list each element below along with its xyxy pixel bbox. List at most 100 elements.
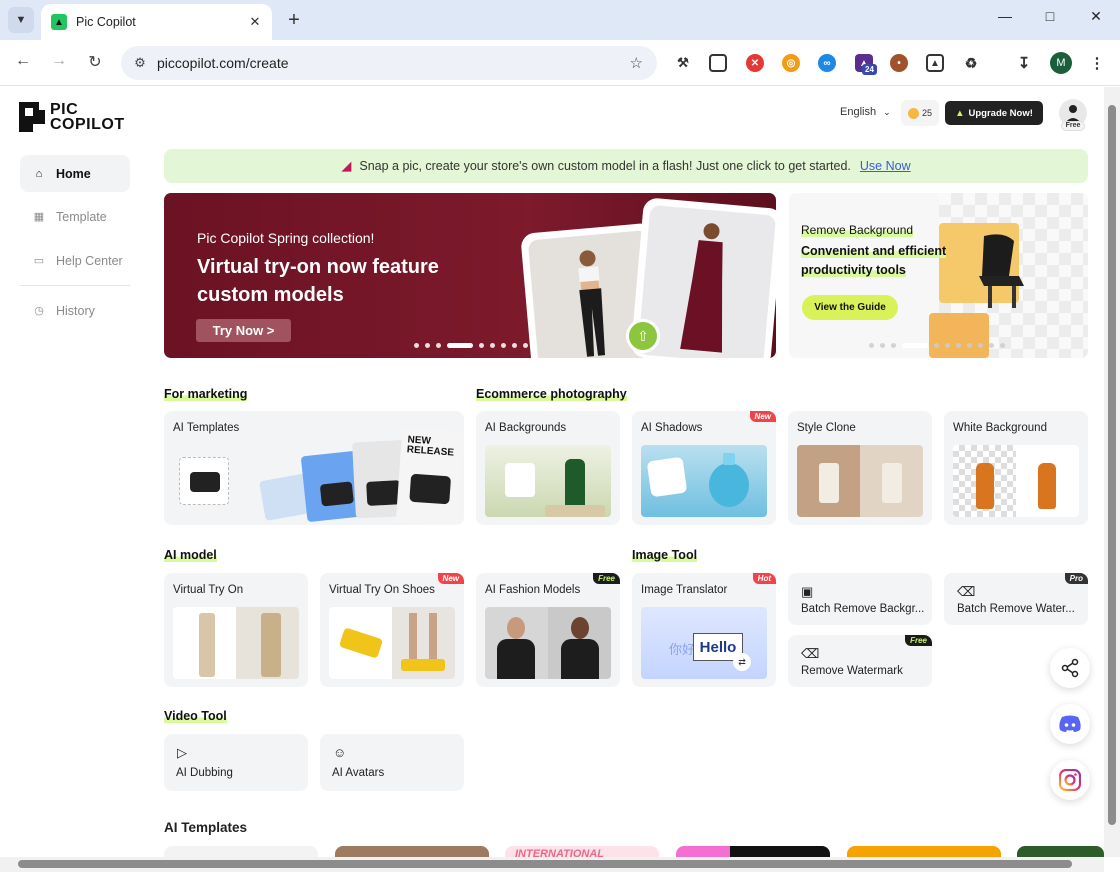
language-select[interactable]: English ⌄ [840, 106, 891, 118]
eraser-icon: ⌫ [801, 646, 820, 661]
share-icon [1061, 658, 1079, 678]
ai-shadows-card[interactable]: New AI Shadows [632, 411, 776, 525]
batch-remove-background-card[interactable]: ▣ Batch Remove Backgr... [788, 573, 932, 625]
instagram-icon [1059, 769, 1081, 791]
card-label: Style Clone [797, 422, 856, 434]
profile-avatar[interactable]: M [1050, 52, 1072, 74]
coin-icon [907, 107, 919, 119]
template-grid-icon: ▦ [33, 211, 45, 223]
ai-backgrounds-card[interactable]: AI Backgrounds [476, 411, 620, 525]
carousel-dots[interactable] [414, 343, 534, 348]
card-label: AI Avatars [332, 767, 385, 779]
carousel-dots-2[interactable] [869, 343, 1011, 348]
new-tab-plus-icon[interactable]: + [283, 9, 305, 31]
site-info-icon[interactable]: ⚙ [131, 55, 149, 71]
reload-icon[interactable]: ↻ [84, 52, 106, 72]
try-now-button[interactable]: Try Now > [196, 319, 291, 342]
bookmark-star-icon[interactable]: ☆ [630, 54, 643, 72]
sidebar-divider [20, 285, 130, 286]
card-label: White Background [953, 422, 1047, 434]
upgrade-button[interactable]: ▲ Upgrade Now! [945, 101, 1043, 125]
url-text[interactable]: piccopilot.com/create [157, 55, 630, 71]
use-now-link[interactable]: Use Now [860, 159, 911, 173]
template-thumb-5[interactable] [847, 846, 1001, 857]
new-release-preview: NEW RELEASE [395, 426, 464, 525]
remove-watermark-card[interactable]: Free ⌫ Remove Watermark [788, 635, 932, 687]
cookie-extension-icon[interactable]: • [890, 54, 908, 72]
window-close-icon[interactable]: ✕ [1084, 8, 1108, 25]
blocker-extension-icon[interactable]: ✕ [746, 54, 764, 72]
logo-mark-icon [19, 102, 45, 132]
chair-illustration-icon [979, 234, 1024, 308]
batch-select-icon: ▣ [801, 584, 814, 599]
sidebar-item-home[interactable]: ⌂ Home [20, 155, 130, 192]
globe-extension-icon[interactable]: ◎ [782, 54, 800, 72]
address-bar[interactable]: ⚙ piccopilot.com/create ☆ [121, 46, 657, 80]
history-clock-icon: ◷ [34, 305, 44, 317]
translate-icon: ⇄ [733, 653, 751, 671]
instagram-button[interactable] [1050, 760, 1090, 800]
ai-shadows-thumb [641, 445, 767, 517]
section-title-video-tool: Video Tool [164, 709, 227, 723]
style-clone-card[interactable]: Style Clone [788, 411, 932, 525]
puzzle-extensions-icon[interactable]: ♻ [962, 54, 980, 72]
free-badge: Free [593, 573, 620, 584]
card-label: Virtual Try On Shoes [329, 584, 435, 596]
chevron-down-icon: ⌄ [883, 107, 891, 117]
sidebar-item-template[interactable]: ▦ Template [20, 198, 130, 235]
extension-tools-icon[interactable]: ⚒ [674, 54, 692, 72]
ai-backgrounds-thumb [485, 445, 611, 517]
section-title-ai-model: AI model [164, 548, 217, 562]
discord-icon [1059, 715, 1081, 732]
credits-counter[interactable]: 25 [901, 100, 939, 126]
card-label: Batch Remove Backgr... [801, 603, 925, 615]
horizontal-scrollbar[interactable] [0, 857, 1104, 872]
minimize-icon[interactable]: — [993, 8, 1017, 24]
template-thumb-3[interactable]: INTERNATIONAL [505, 846, 659, 857]
browser-tabstrip: ▼ ▲ Pic Copilot ✕ + — □ ✕ [0, 0, 1120, 40]
free-badge: Free [905, 635, 932, 646]
user-avatar-icon: ☺ [333, 745, 347, 760]
tab-search-chevron-icon[interactable]: ▼ [8, 7, 34, 33]
maximize-icon[interactable]: □ [1038, 8, 1062, 24]
ai-avatars-card[interactable]: ☺ AI Avatars [320, 734, 464, 791]
batch-remove-watermark-card[interactable]: Pro ⌫ Batch Remove Water... [944, 573, 1088, 625]
plan-badge: Free [1061, 121, 1085, 131]
vertical-scrollbar[interactable] [1104, 87, 1120, 857]
template-thumb-4[interactable] [676, 846, 830, 857]
back-arrow-icon[interactable]: ← [12, 52, 34, 70]
menu-kebab-icon[interactable]: ⋮ [1088, 54, 1106, 72]
image-extension-icon[interactable]: ▲ [926, 54, 944, 72]
new-badge: New [749, 411, 776, 422]
discord-button[interactable] [1050, 704, 1090, 744]
image-translator-card[interactable]: Hot Image Translator 你好 Hello ⇄ [632, 573, 776, 687]
card-label: Batch Remove Water... [957, 603, 1075, 615]
virtual-try-on-shoes-card[interactable]: New Virtual Try On Shoes [320, 573, 464, 687]
template-thumb-2[interactable] [335, 846, 489, 857]
tab-close-icon[interactable]: ✕ [246, 14, 264, 30]
ai-fashion-models-card[interactable]: Free AI Fashion Models [476, 573, 620, 687]
link-extension-icon[interactable]: ∞ [818, 54, 836, 72]
download-icon[interactable]: ↧ [1015, 54, 1033, 72]
view-guide-button[interactable]: View the Guide [802, 295, 898, 320]
video-camera-icon: ▷ [177, 745, 187, 760]
card-label: Remove Watermark [801, 665, 903, 677]
share-button[interactable] [1050, 648, 1090, 688]
remove-background-promo[interactable]: Remove Background Convenient and efficie… [789, 193, 1088, 358]
home-icon: ⌂ [35, 167, 43, 180]
pic-copilot-logo[interactable]: PIC COPILOT [19, 102, 125, 133]
browser-tab[interactable]: ▲ Pic Copilot ✕ [41, 4, 272, 40]
sidebar-item-history[interactable]: ◷ History [20, 292, 130, 329]
ai-dubbing-card[interactable]: ▷ AI Dubbing [164, 734, 308, 791]
white-background-card[interactable]: White Background [944, 411, 1088, 525]
hero2-title: Remove Background [801, 223, 914, 237]
ai-templates-card[interactable]: AI Templates NEW RELEASE [164, 411, 464, 525]
hero-carousel[interactable]: Pic Copilot Spring collection! Virtual t… [164, 193, 776, 358]
template-thumb-6[interactable] [1017, 846, 1104, 857]
template-thumb-1[interactable] [164, 846, 318, 857]
bolt-icon: ▲ [955, 107, 965, 119]
sidebar-item-help-center[interactable]: ▭ Help Center [20, 242, 130, 279]
qr-code-icon[interactable] [709, 54, 727, 72]
forward-arrow-icon[interactable]: → [48, 52, 70, 70]
virtual-try-on-card[interactable]: Virtual Try On [164, 573, 308, 687]
